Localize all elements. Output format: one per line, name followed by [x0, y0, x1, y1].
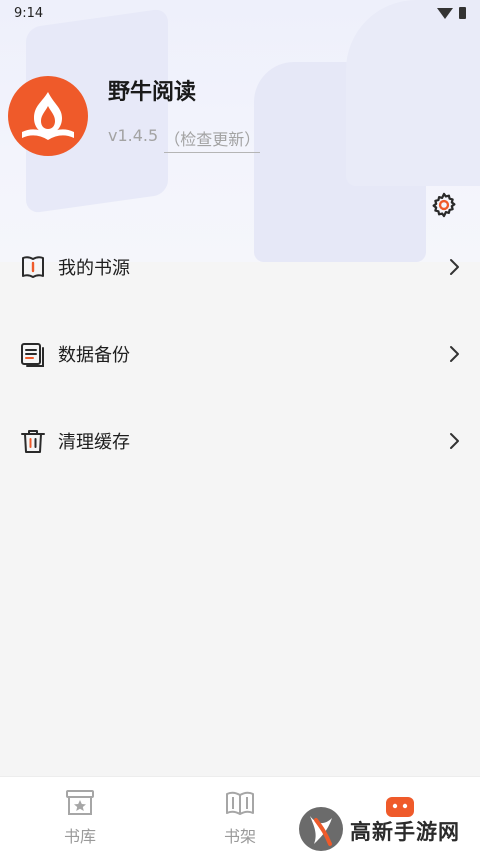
menu-item-data-backup[interactable]: 数据备份	[0, 324, 480, 384]
trash-icon	[21, 430, 45, 453]
battery-icon	[459, 7, 466, 19]
menu-label: 我的书源	[58, 258, 130, 279]
bookshelf-icon	[226, 791, 254, 815]
status-icons	[437, 7, 466, 19]
check-update-link[interactable]: （检查更新）	[164, 126, 261, 153]
flame-book-icon	[22, 92, 74, 140]
menu-item-book-source[interactable]: 我的书源	[0, 237, 480, 297]
menu-item-clear-cache[interactable]: 清理缓存	[0, 411, 480, 471]
book-source-icon	[22, 256, 44, 278]
chevron-right-icon	[450, 346, 459, 362]
chevron-right-icon	[450, 433, 459, 449]
gear-icon[interactable]	[430, 191, 458, 219]
menu-label: 清理缓存	[58, 432, 130, 453]
version-text: v1.4.5	[108, 126, 159, 145]
tab-library[interactable]: 书库	[0, 777, 160, 855]
header-decoration	[346, 0, 480, 186]
watermark-text: 高新手游网	[350, 820, 460, 844]
app-name: 野牛阅读	[108, 80, 197, 105]
wifi-icon	[437, 7, 453, 19]
version-row: v1.4.5 （检查更新）	[108, 126, 261, 153]
tab-library-label: 书库	[63, 827, 96, 846]
status-time: 9:14	[14, 5, 44, 21]
status-bar: 9:14	[0, 0, 480, 26]
backup-icon	[21, 343, 44, 367]
app-logo[interactable]	[8, 76, 88, 156]
menu-label: 数据备份	[58, 345, 130, 366]
library-icon	[66, 790, 94, 815]
chevron-right-icon	[450, 259, 459, 275]
